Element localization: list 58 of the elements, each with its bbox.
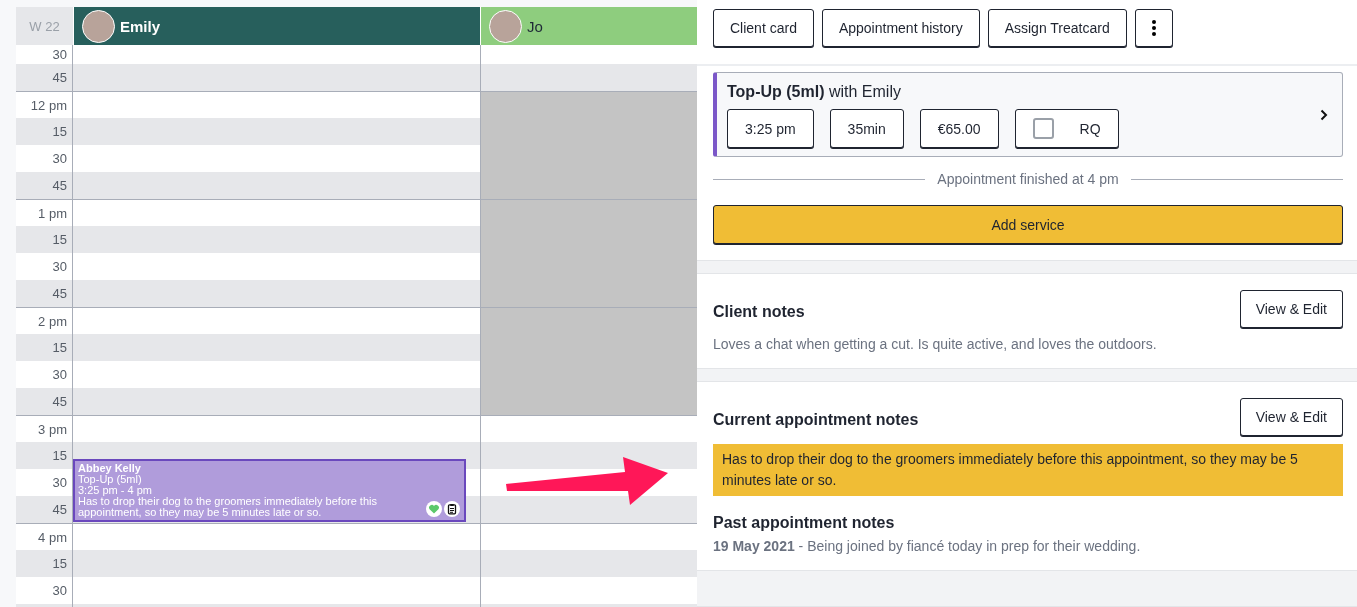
clipboard-icon <box>444 501 460 517</box>
time-label: 30 <box>52 47 67 62</box>
price-button[interactable]: €65.00 <box>919 109 999 148</box>
time-label: 3 pm <box>38 421 67 437</box>
past-note: 19 May 2021 - Being joined by fiancé today in prep for their wedding. <box>713 538 1142 554</box>
time-label: 2 pm <box>38 313 67 329</box>
finished-text: Appointment finished at 4 pm <box>937 171 1119 187</box>
action-button[interactable]: Client card <box>713 9 814 47</box>
rq-toggle[interactable]: RQ <box>1014 109 1119 148</box>
view-edit-button[interactable]: View & Edit <box>1239 398 1343 436</box>
time-label: 45 <box>52 178 67 193</box>
client-name: Abbey Kelly <box>78 463 142 474</box>
time-label: 45 <box>52 502 67 517</box>
avatar <box>489 9 522 43</box>
staff-name: Jo <box>527 17 543 35</box>
more-button[interactable] <box>1134 9 1173 47</box>
time-label: 30 <box>52 259 67 274</box>
staff-name: Emily <box>120 17 161 35</box>
time-label: 15 <box>52 340 67 355</box>
section-title: Current appointment notes <box>713 410 919 429</box>
time-label: 1 pm <box>38 205 67 221</box>
avatar <box>82 9 115 43</box>
section-title: Client notes <box>713 302 805 321</box>
time-label: 15 <box>52 232 67 247</box>
service-name: Top-Up (5ml) <box>78 474 143 485</box>
time-label: 45 <box>52 394 67 409</box>
duration-button[interactable]: 35min <box>829 109 904 148</box>
action-button[interactable]: Assign Treatcard <box>987 9 1127 47</box>
time-label: 30 <box>52 475 67 490</box>
service-title: Top-Up (5ml) with Emily <box>727 83 902 101</box>
time-label: 30 <box>52 367 67 382</box>
time-label: 15 <box>52 448 67 463</box>
chevron-right-icon[interactable] <box>1320 108 1328 121</box>
heart-icon <box>426 501 442 517</box>
checkbox[interactable] <box>1032 118 1054 139</box>
time-label: 45 <box>52 286 67 301</box>
more-options-icon <box>1151 20 1156 36</box>
appointment-time: 3:25 pm - 4 pm <box>78 485 152 496</box>
section-title: Past appointment notes <box>713 513 896 532</box>
time-label: 4 pm <box>38 529 67 545</box>
staff-header[interactable]: Jo <box>480 7 697 45</box>
staff-header[interactable]: Emily <box>73 7 480 45</box>
week-label: W 22 <box>16 7 73 45</box>
highlighted-note: Has to drop their dog to the groomers immediately before this appointment, so they may be 5 minutes late or so. <box>713 444 1343 496</box>
note-text: Loves a chat when getting a cut. Is quite active, and loves the outdoors. <box>713 336 1158 352</box>
rq-label: RQ <box>1079 120 1101 137</box>
time-label: 15 <box>52 556 67 571</box>
view-edit-button[interactable]: View & Edit <box>1239 290 1343 328</box>
time-label: 15 <box>52 124 67 139</box>
add-service-button[interactable]: Add service <box>713 205 1343 244</box>
time-label: 30 <box>52 583 67 598</box>
service-card[interactable]: Top-Up (5ml) with Emily 3:25 pm 35min €65.00 RQ <box>713 72 1343 157</box>
time-label: 12 pm <box>30 97 67 113</box>
time-label: 30 <box>52 151 67 166</box>
appointment-note: Has to drop their dog to the groomers immediately before this appointment, so they may be 5 minutes late or so. <box>78 496 378 518</box>
time-button[interactable]: 3:25 pm <box>727 109 814 148</box>
action-button[interactable]: Appointment history <box>821 9 980 47</box>
time-label: 45 <box>52 70 67 85</box>
